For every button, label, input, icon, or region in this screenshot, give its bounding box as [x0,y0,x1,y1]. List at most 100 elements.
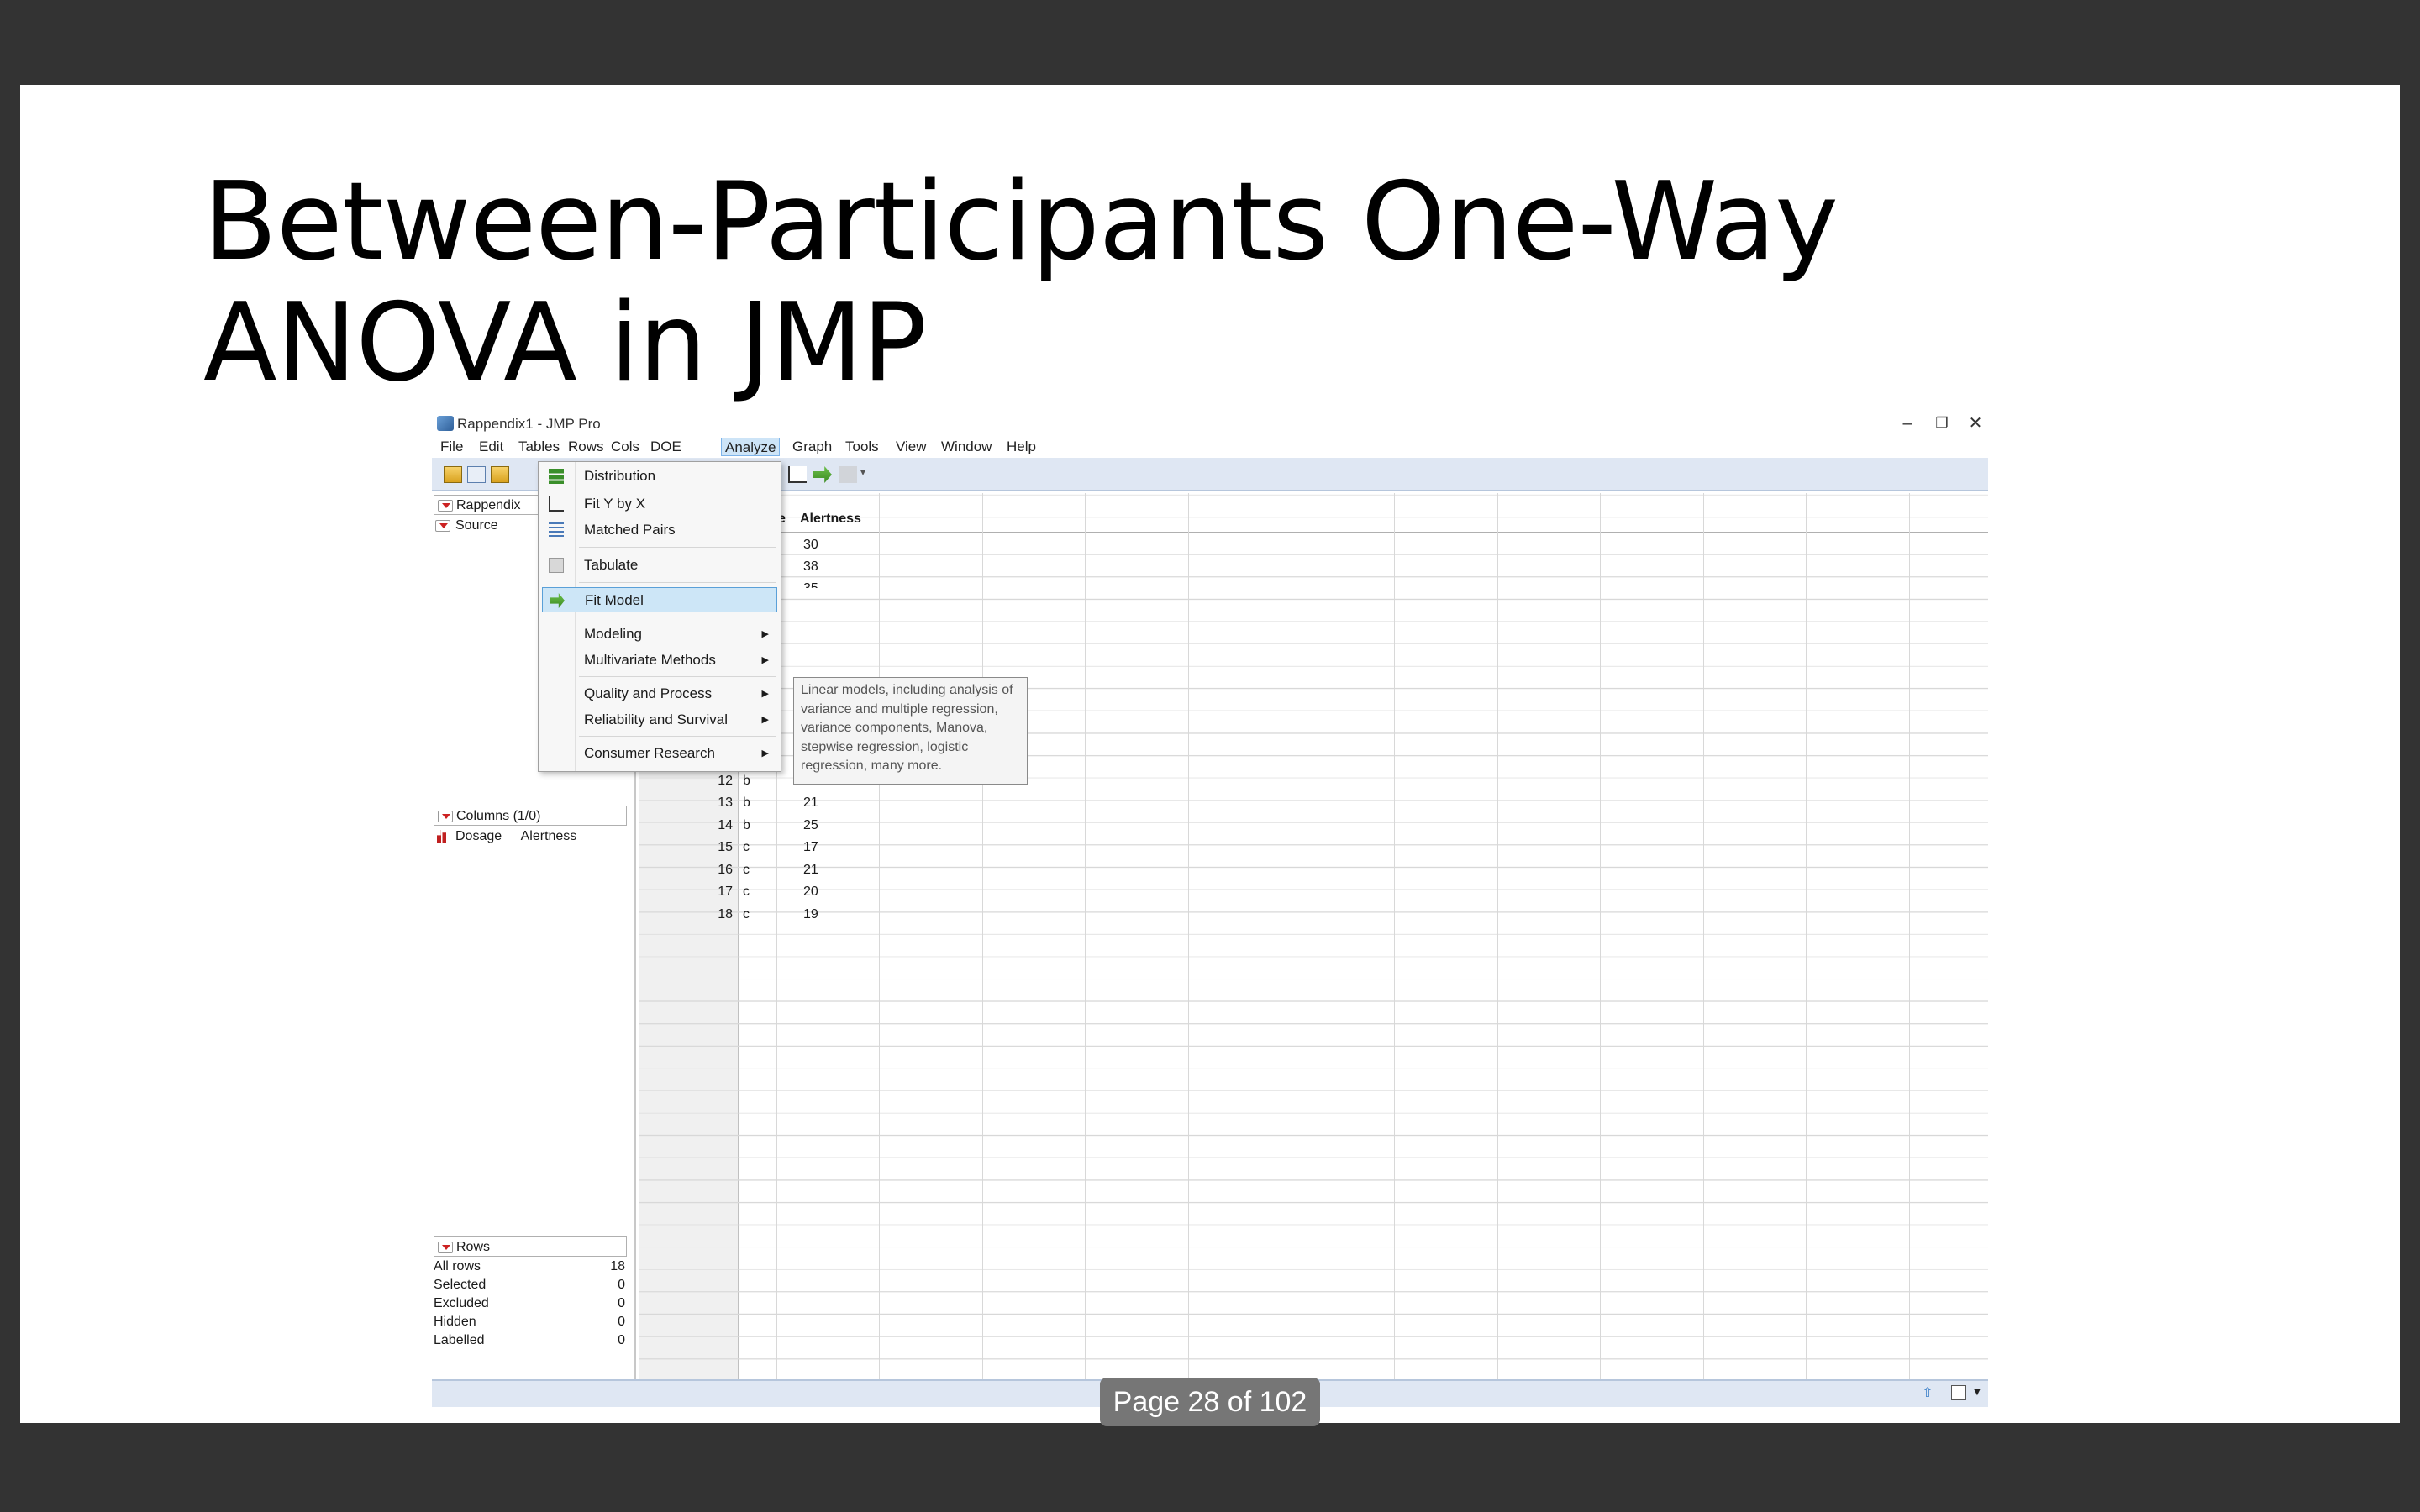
grid-col-line [982,493,983,1379]
submenu-arrow-icon: ▶ [761,715,769,725]
menu-item-distribution[interactable]: Distribution [542,464,777,489]
columns-header-label: Columns (1/0) [456,809,541,823]
jmp-app-icon [437,416,454,431]
menu-file[interactable]: File [437,438,466,456]
jmp-window: Rappendix1 - JMP Pro – ❐ ✕ File Edit Tab… [432,411,1988,1407]
red-triangle-icon[interactable] [438,1242,453,1253]
cell-alertness[interactable]: 35 [803,578,818,588]
fit-model-tooltip: Linear models, including analysis of var… [793,677,1028,785]
menu-analyze[interactable]: Analyze [721,438,781,456]
cell-dosage[interactable]: b [743,770,750,792]
red-triangle-icon[interactable] [435,520,450,532]
grid-col-line [1703,493,1704,1379]
grid-col-line [1600,493,1601,1379]
cell-alertness[interactable]: 21 [803,792,818,814]
cell-alertness[interactable]: 17 [803,837,818,858]
column-dosage[interactable]: Dosage [455,829,502,843]
tooltip-line: stepwise regression, logistic [801,739,969,754]
cell-dosage[interactable]: b [743,815,750,837]
menu-separator [579,582,776,583]
cell-dosage[interactable]: c [743,904,750,926]
grid-rows [639,493,1988,1379]
fit-y-by-x-toolbar-icon[interactable] [788,466,807,483]
checkbox-icon[interactable] [1951,1385,1966,1400]
cell-dosage[interactable]: c [743,837,750,858]
source-script[interactable]: Source [434,517,498,535]
menu-view[interactable]: View [892,438,930,456]
new-script-icon[interactable] [467,466,486,483]
cell-alertness[interactable]: 25 [803,815,818,837]
columns-header[interactable]: Columns (1/0) [434,806,627,826]
menu-item-fit-model[interactable]: Fit Model [542,587,777,612]
row-number[interactable]: 12 [672,770,733,792]
cell-alertness[interactable]: 30 [803,534,818,556]
menu-item-reliability-and-survival[interactable]: Reliability and Survival ▶ [542,707,777,732]
menu-help[interactable]: Help [1003,438,1039,456]
slide: Between-Participants One-Way ANOVA in JM… [20,85,2400,1423]
menu-separator [579,547,776,548]
cell-alertness[interactable]: 19 [803,904,818,926]
menu-bar: File Edit Tables Rows Cols DOE Analyze G… [432,436,1988,456]
row-number[interactable]: 18 [672,904,733,926]
rows-header[interactable]: Rows [434,1236,627,1257]
fit-model-icon [550,593,565,608]
source-label: Source [455,518,498,533]
menu-item-modeling[interactable]: Modeling ▶ [542,622,777,647]
nominal-column-icon [437,830,448,843]
slide-title-line-2: ANOVA in JMP [203,281,927,406]
cell-dosage[interactable]: c [743,881,750,903]
menu-graph[interactable]: Graph [789,438,835,456]
grid-col-line [1909,493,1910,1379]
cell-alertness[interactable]: 20 [803,881,818,903]
dropdown-arrow-icon[interactable]: ▼ [1971,1384,1983,1398]
row-number[interactable]: 13 [672,792,733,814]
restore-button[interactable]: ❐ [1929,412,1954,434]
red-triangle-icon[interactable] [438,811,453,822]
matched-pairs-icon [549,522,564,538]
menu-item-fit-y-by-x[interactable]: Fit Y by X [542,491,777,517]
cell-alertness[interactable]: 38 [803,556,818,578]
cell-dosage[interactable]: b [743,792,750,814]
menu-item-quality-and-process[interactable]: Quality and Process ▶ [542,681,777,706]
column-alertness[interactable]: Alertness [521,829,577,843]
red-triangle-icon[interactable] [438,500,453,512]
menu-item-multivariate-methods[interactable]: Multivariate Methods ▶ [542,648,777,673]
row-number[interactable]: 15 [672,837,733,858]
column-list: Dosage Alertness [434,827,576,846]
close-button[interactable]: ✕ [1963,412,1988,434]
minimize-button[interactable]: – [1895,412,1920,434]
grid-col-line [1394,493,1395,1379]
distribution-icon [549,469,564,484]
submenu-arrow-icon: ▶ [761,655,769,665]
menu-item-tabulate[interactable]: Tabulate [542,553,777,578]
row-number[interactable]: 16 [672,859,733,881]
menu-rows[interactable]: Rows [565,438,608,456]
menu-doe[interactable]: DOE [647,438,685,456]
grid-col-line [879,493,880,1379]
alertness-column-header[interactable]: Alertness [800,512,861,527]
row-number[interactable]: 14 [672,815,733,837]
menu-item-consumer-research[interactable]: Consumer Research ▶ [542,741,777,766]
analyze-menu-dropdown: Distribution Fit Y by X Matched Pairs Ta… [538,461,781,772]
toolbar-overflow-icon[interactable]: ▾ [860,466,869,483]
new-data-table-icon[interactable] [444,466,462,483]
rows-stat-excluded: Excluded 0 [434,1296,625,1310]
menu-item-matched-pairs[interactable]: Matched Pairs [542,517,777,543]
page-indicator: Page 28 of 102 [1100,1378,1320,1426]
open-folder-icon[interactable] [491,466,509,483]
menu-cols[interactable]: Cols [608,438,643,456]
up-arrow-icon[interactable]: ⇧ [1919,1384,1936,1401]
cell-dosage[interactable]: c [743,859,750,881]
menu-separator [579,736,776,737]
menu-window[interactable]: Window [938,438,995,456]
menu-tools[interactable]: Tools [842,438,882,456]
menu-tables[interactable]: Tables [515,438,563,456]
slide-title: Between-Participants One-Way ANOVA in JM… [203,162,2220,404]
title-bar: Rappendix1 - JMP Pro – ❐ ✕ [432,411,1988,436]
cell-alertness[interactable]: 21 [803,859,818,881]
row-number[interactable]: 17 [672,881,733,903]
tooltip-line: variance components, Manova, [801,721,988,736]
submenu-arrow-icon: ▶ [761,689,769,699]
fit-model-toolbar-icon[interactable] [813,466,832,483]
menu-edit[interactable]: Edit [476,438,507,456]
